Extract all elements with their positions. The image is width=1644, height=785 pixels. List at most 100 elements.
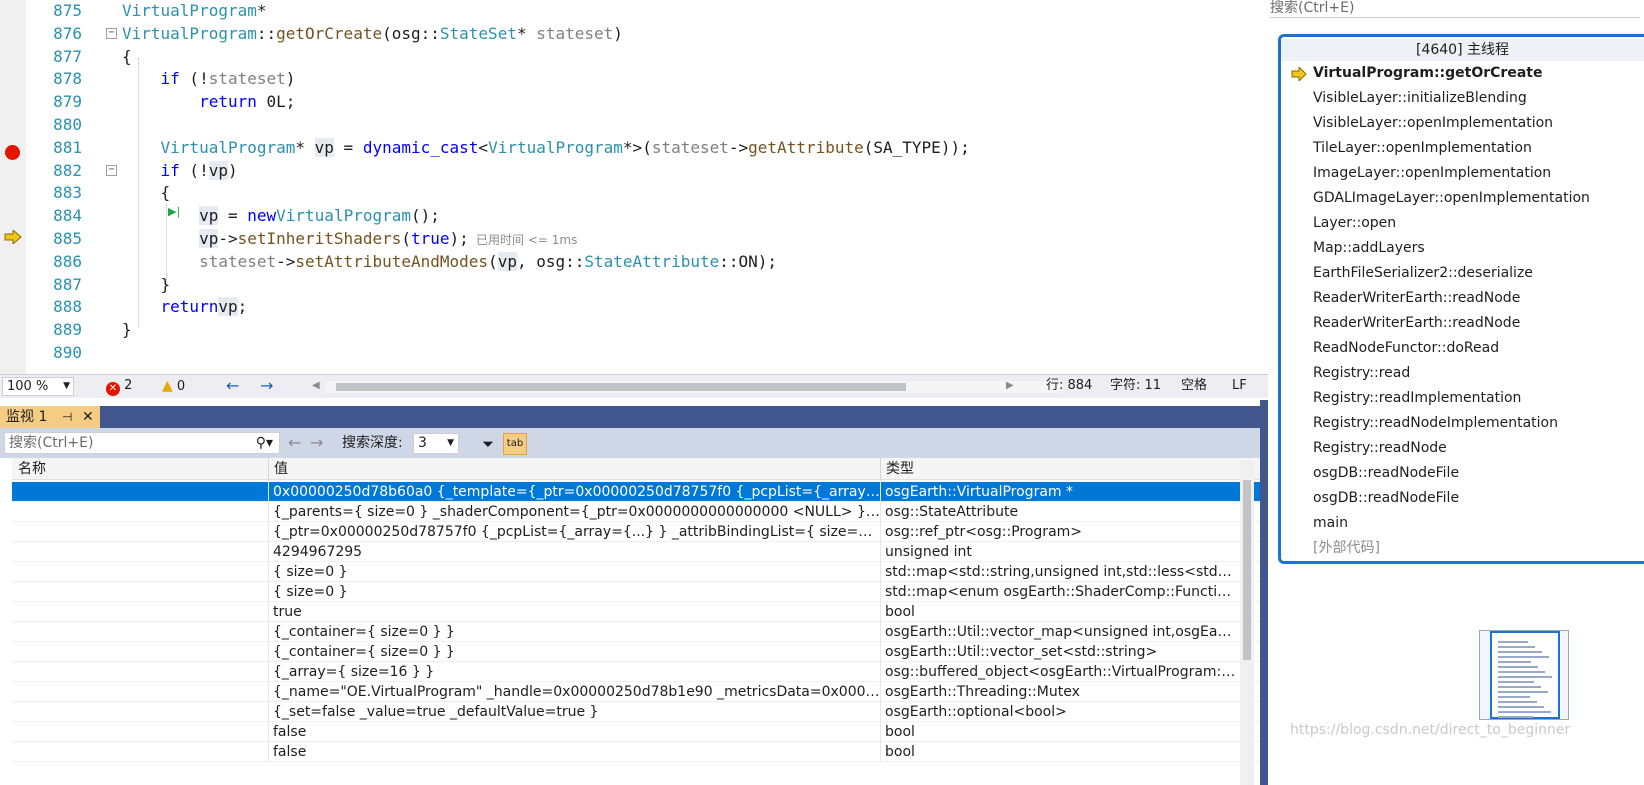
call-stack-frame[interactable]: ReaderWriterEarth::readNode	[1281, 311, 1644, 336]
panel-splitter[interactable]	[0, 398, 1300, 406]
watch-row[interactable]: _inherittruebool	[12, 602, 1284, 622]
watch-value-cell[interactable]: {_ptr=0x00000250d78757f0 {_pcpList={_arr…	[268, 522, 880, 542]
watch-row[interactable]: _inheritSetfalsebool	[12, 722, 1284, 742]
scroll-left-icon[interactable]: ◀	[312, 375, 320, 397]
call-stack-frame[interactable]: VisibleLayer::openImplementation	[1281, 111, 1644, 136]
call-stack-frame[interactable]: Registry::readNode	[1281, 436, 1644, 461]
nav-back-icon[interactable]: ←	[226, 375, 239, 397]
call-stack-frame[interactable]: Registry::readNodeImplementation	[1281, 411, 1644, 436]
watch-value-cell[interactable]: {_parents={ size=0 } _shaderComponent={_…	[268, 502, 880, 522]
watch-row[interactable]: _logShadersfalsebool	[12, 742, 1284, 762]
call-stack-frame[interactable]: osgDB::readNodeFile	[1281, 486, 1644, 511]
watch-value-cell[interactable]: { size=0 }	[268, 562, 880, 582]
call-stack-frame[interactable]: VirtualProgram::getOrCreate	[1281, 61, 1644, 86]
code-line[interactable]: 878 if (!stateset)	[26, 67, 1284, 91]
watch-value-cell[interactable]: 4294967295	[268, 542, 880, 562]
watch-row[interactable]: ▷_attribBindingList{ size=0 }std::map<st…	[12, 562, 1284, 582]
watch-value-cell[interactable]: {_container={ size=0 } }	[268, 622, 880, 642]
code-line[interactable]: 875 VirtualProgram*	[26, 0, 1284, 23]
run-to-click-icon[interactable]: ▶|	[168, 205, 180, 218]
call-stack-frame[interactable]: EarthFileSerializer2::deserialize	[1281, 261, 1644, 286]
code-line[interactable]: 890	[26, 341, 1284, 365]
editor-horizontal-scrollbar[interactable]	[326, 381, 1060, 393]
code-line[interactable]: 881 VirtualProgram* vp = dynamic_cast<Vi…	[26, 136, 1284, 160]
watch-row[interactable]: ▷_template{_ptr=0x00000250d78757f0 {_pcp…	[12, 522, 1284, 542]
watch-search-input[interactable]: 搜索(Ctrl+E) ⚲▾	[4, 432, 280, 454]
code-line[interactable]: 879 return 0L;	[26, 90, 1284, 114]
breakpoint-icon[interactable]	[5, 145, 20, 160]
watch-value-cell[interactable]: false	[268, 722, 880, 742]
column-header-value[interactable]: 值	[268, 458, 288, 480]
error-count[interactable]: ✕ 2	[106, 375, 132, 397]
watch-row[interactable]: ▷_apply{_array={ size=16 } }osg::buffere…	[12, 662, 1284, 682]
code-line[interactable]: 888 returnvp;	[26, 295, 1284, 319]
watch-value-cell[interactable]: true	[268, 602, 880, 622]
watch-row[interactable]: ▷_globalExtensions{_container={ size=0 }…	[12, 642, 1284, 662]
search-back-icon[interactable]: ←	[288, 433, 301, 453]
search-icon[interactable]: ⚲▾	[256, 433, 273, 453]
pin-icon[interactable]: ⊣	[62, 406, 72, 428]
call-stack-frame[interactable]: ReaderWriterEarth::readNode	[1281, 286, 1644, 311]
call-stack-frame[interactable]: Map::addLayers	[1281, 236, 1644, 261]
column-header-type[interactable]: 类型	[880, 458, 914, 480]
code-line[interactable]: 877 {	[26, 45, 1284, 69]
watch-row[interactable]: ◢vp0x00000250d78b60a0 {_template={_ptr=0…	[12, 482, 1284, 502]
whitespace-indicator[interactable]: 空格	[1181, 375, 1207, 397]
search-depth-dropdown[interactable]: 3 ▼	[413, 433, 459, 454]
code-area[interactable]: 875 VirtualProgram* 876− VirtualProgram::ge…	[26, 0, 1284, 374]
watch-value-cell[interactable]: false	[268, 742, 880, 762]
code-line[interactable]: 885 vp->setInheritShaders(true); 已用时间 <= …	[26, 227, 1284, 251]
call-stack-frame[interactable]: Layer::open	[1281, 211, 1644, 236]
column-header-name[interactable]: 名称	[12, 458, 46, 480]
warning-count[interactable]: ▲ 0	[162, 375, 185, 398]
watch-value-cell[interactable]: {_name="OE.VirtualProgram" _handle=0x000…	[268, 682, 880, 702]
filter-icon[interactable]: ⏷	[478, 434, 498, 454]
zoom-dropdown[interactable]: 100 % ▼	[2, 377, 74, 396]
breakpoint-gutter[interactable]	[0, 0, 26, 374]
call-stack-frame[interactable]: main	[1281, 511, 1644, 536]
view-format-icon[interactable]: tab	[503, 433, 527, 455]
line-indicator[interactable]: 行: 884	[1046, 375, 1092, 397]
close-icon[interactable]: ✕	[82, 406, 94, 428]
call-stack-frame[interactable]: [外部代码]	[1281, 536, 1644, 561]
code-line[interactable]: 884 vp = newVirtualProgram();	[26, 204, 1284, 228]
watch-row[interactable]: ▷_dataModelMutex{_name="OE.VirtualProgra…	[12, 682, 1284, 702]
call-stack-frame[interactable]: TileLayer::openImplementation	[1281, 136, 1644, 161]
watch-row[interactable]: _mask4294967295unsigned int	[12, 542, 1284, 562]
scroll-right-icon[interactable]: ▶	[1006, 375, 1014, 397]
nav-forward-icon[interactable]: →	[260, 375, 273, 397]
code-line[interactable]: 883 {	[26, 181, 1284, 205]
code-line[interactable]: 887 }	[26, 273, 1284, 297]
call-stack-frame[interactable]: Registry::readImplementation	[1281, 386, 1644, 411]
watch-row[interactable]: ▷osg::StateAttribute{_parents={ size=0 }…	[12, 502, 1284, 522]
tab-watch-1[interactable]: 监视 1 ⊣ ✕	[0, 406, 100, 428]
search-forward-icon[interactable]: →	[310, 433, 323, 453]
watch-row[interactable]: ▷_shaderMap{_container={ size=0 } }osgEa…	[12, 622, 1284, 642]
code-line[interactable]: 876 − VirtualProgram::getOrCreate(osg::Sta…	[26, 22, 1284, 46]
call-stack-frame[interactable]: VisibleLayer::initializeBlending	[1281, 86, 1644, 111]
char-indicator[interactable]: 字符: 11	[1110, 375, 1161, 397]
call-stack-frame[interactable]: ReadNodeFunctor::doRead	[1281, 336, 1644, 361]
watch-value-cell[interactable]: {_container={ size=0 } }	[268, 642, 880, 662]
watch-value-cell[interactable]: {_array={ size=16 } }	[268, 662, 880, 682]
fold-toggle-icon[interactable]: −	[106, 164, 117, 176]
watch-value-cell[interactable]: { size=0 }	[268, 582, 880, 602]
watch-row[interactable]: ▷_active{_set=false _value=true _default…	[12, 702, 1284, 722]
code-line[interactable]: 886 stateset->setAttributeAndModes(vp, o…	[26, 250, 1284, 274]
watch-value-cell[interactable]: 0x00000250d78b60a0 {_template={_ptr=0x00…	[268, 482, 880, 502]
horizontal-scroll-thumb[interactable]	[336, 383, 906, 391]
fold-toggle-icon[interactable]: −	[106, 27, 117, 39]
call-stack-frame[interactable]: GDALImageLayer::openImplementation	[1281, 186, 1644, 211]
watch-value-cell[interactable]: {_set=false _value=true _defaultValue=tr…	[268, 702, 880, 722]
call-stack-frame[interactable]: ImageLayer::openImplementation	[1281, 161, 1644, 186]
right-search-input[interactable]: 搜索(Ctrl+E)	[1270, 0, 1640, 18]
watch-grid[interactable]: 名称 值 类型 ◢vp0x00000250d78b60a0 {_template…	[12, 458, 1284, 785]
code-line[interactable]: 889}	[26, 318, 1284, 342]
code-editor[interactable]: 875 VirtualProgram* 876− VirtualProgram::ge…	[0, 0, 1300, 374]
code-line[interactable]: 880	[26, 113, 1284, 137]
watch-scroll-thumb[interactable]	[1243, 480, 1251, 660]
call-stack-frame[interactable]: Registry::read	[1281, 361, 1644, 386]
watch-row[interactable]: ▷_functions{ size=0 }std::map<enum osgEa…	[12, 582, 1284, 602]
line-ending-indicator[interactable]: LF	[1232, 375, 1247, 397]
code-line[interactable]: 882 − if (!vp)	[26, 159, 1284, 183]
